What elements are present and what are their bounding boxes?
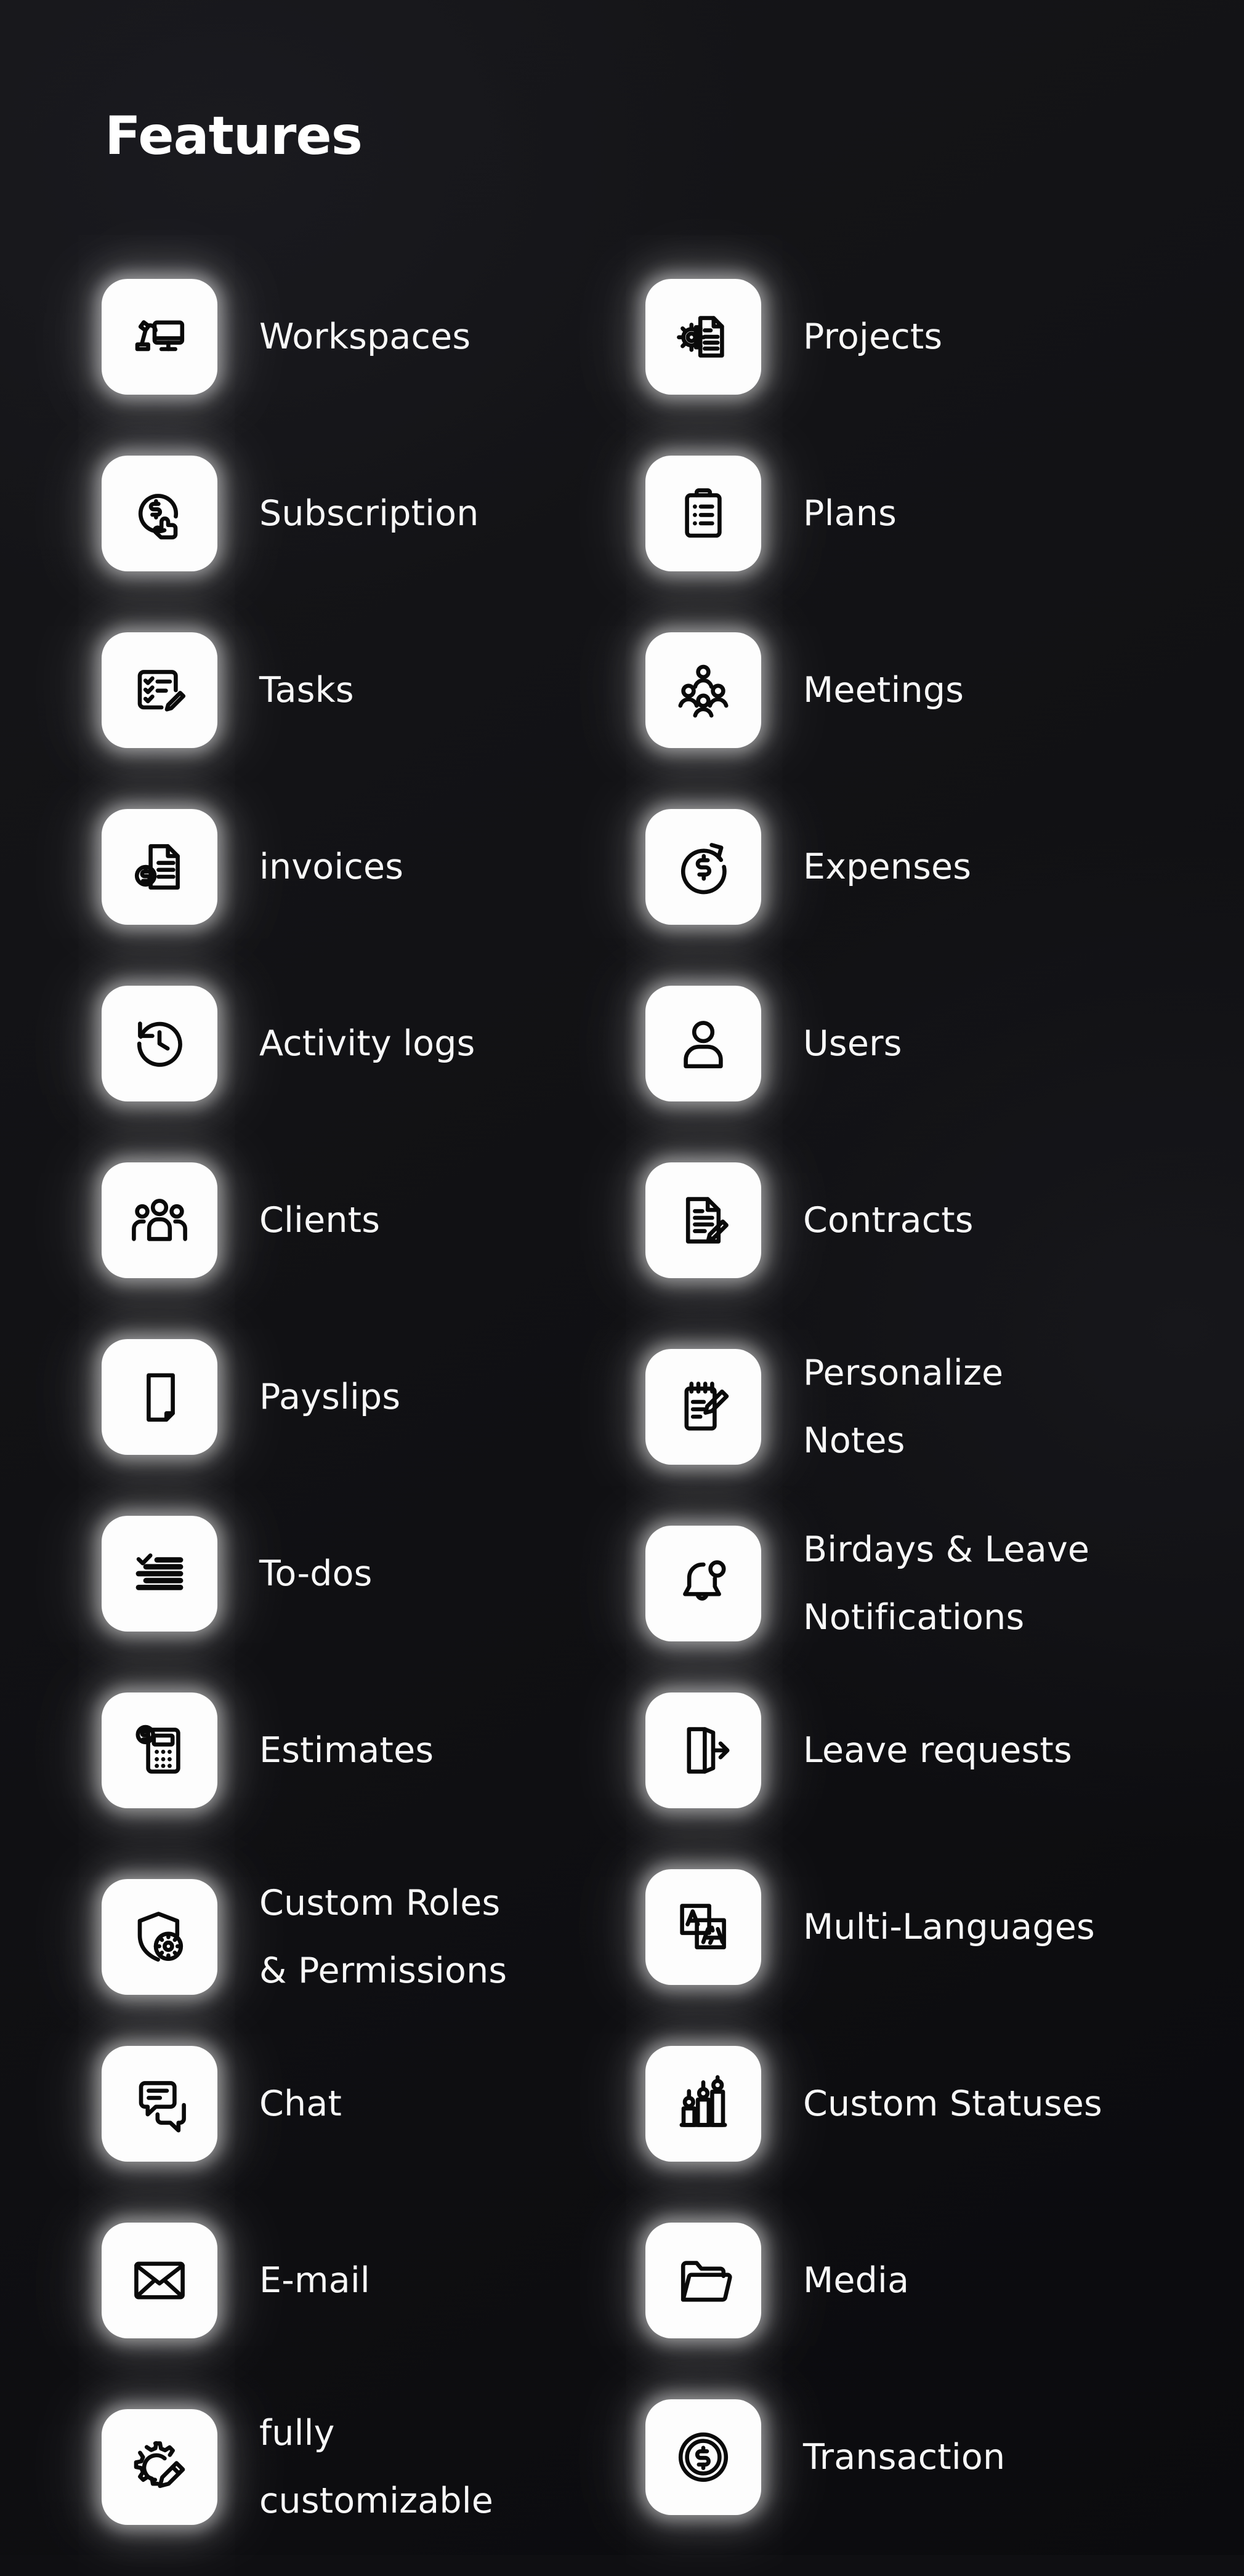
notepad-pencil-icon bbox=[645, 1349, 761, 1465]
dollar-circle-arrow-icon bbox=[645, 809, 761, 925]
feature-label: Clients bbox=[259, 1200, 381, 1241]
feature-item-tasks[interactable]: Tasks bbox=[102, 632, 637, 748]
feature-item-clients[interactable]: Clients bbox=[102, 1162, 637, 1278]
bar-chart-pins-icon bbox=[645, 2046, 761, 2162]
payslip-receipt-icon bbox=[102, 1339, 217, 1455]
document-signature-icon bbox=[645, 1162, 761, 1278]
feature-label: Activity logs bbox=[259, 1023, 475, 1064]
shield-settings-icon bbox=[102, 1879, 217, 1995]
feature-item-payslips[interactable]: Payslips bbox=[102, 1339, 637, 1455]
feature-item-multi-languages[interactable]: Multi-Languages bbox=[645, 1869, 1181, 1985]
feature-label: Subscription bbox=[259, 493, 479, 534]
feature-label: Leave requests bbox=[803, 1730, 1072, 1771]
feature-item-projects[interactable]: Projects bbox=[645, 279, 1181, 395]
feature-label: Media bbox=[803, 2260, 910, 2301]
checklist-pencil-icon bbox=[102, 632, 217, 748]
feature-item-email[interactable]: E-mail bbox=[102, 2223, 637, 2338]
feature-label: Meetings bbox=[803, 670, 964, 710]
feature-item-chat[interactable]: Chat bbox=[102, 2046, 637, 2162]
envelope-mail-icon bbox=[102, 2223, 217, 2338]
chat-bubbles-icon bbox=[102, 2046, 217, 2162]
feature-label: To-dos bbox=[259, 1553, 373, 1594]
clipboard-list-icon bbox=[645, 456, 761, 571]
feature-row: Activity logs Users bbox=[0, 986, 1244, 1162]
feature-row: Custom Roles & Permissions Multi-Languag… bbox=[0, 1869, 1244, 2046]
feature-label: Plans bbox=[803, 493, 897, 534]
features-grid: Workspaces Projects Subscription Plans T… bbox=[0, 279, 1244, 2576]
bell-notification-icon bbox=[645, 1526, 761, 1641]
feature-label: Workspaces bbox=[259, 316, 471, 357]
feature-row: Clients Contracts bbox=[0, 1162, 1244, 1339]
feature-item-estimates[interactable]: Estimates bbox=[102, 1693, 637, 1808]
feature-item-plans[interactable]: Plans bbox=[645, 456, 1181, 571]
feature-item-custom-statuses[interactable]: Custom Statuses bbox=[645, 2046, 1181, 2162]
feature-label: Tasks bbox=[259, 670, 354, 710]
feature-row: Chat Custom Statuses bbox=[0, 2046, 1244, 2223]
feature-label: Transaction bbox=[803, 2437, 1006, 2477]
feature-label: Expenses bbox=[803, 847, 972, 887]
feature-label: Chat bbox=[259, 2083, 342, 2124]
feature-item-to-dos[interactable]: To-dos bbox=[102, 1516, 637, 1632]
feature-row: fully customizable Transaction bbox=[0, 2399, 1244, 2576]
feature-label: Estimates bbox=[259, 1730, 434, 1771]
feature-label: Payslips bbox=[259, 1377, 401, 1417]
coin-dollar-circle-icon bbox=[645, 2399, 761, 2515]
feature-item-custom-roles-permissions[interactable]: Custom Roles & Permissions bbox=[102, 1869, 637, 2005]
feature-label: Projects bbox=[803, 316, 943, 357]
desk-monitor-lamp-icon bbox=[102, 279, 217, 395]
people-group-icon bbox=[645, 632, 761, 748]
feature-label: Custom Statuses bbox=[803, 2083, 1102, 2124]
feature-item-contracts[interactable]: Contracts bbox=[645, 1162, 1181, 1278]
feature-item-birdays-leave-notifications[interactable]: Birdays & Leave Notifications bbox=[645, 1516, 1181, 1651]
user-person-icon bbox=[645, 986, 761, 1101]
feature-row: E-mail Media bbox=[0, 2223, 1244, 2399]
feature-item-fully-customizable[interactable]: fully customizable bbox=[102, 2399, 637, 2535]
todo-lines-check-icon bbox=[102, 1516, 217, 1632]
feature-label: E-mail bbox=[259, 2260, 370, 2301]
feature-item-activity-logs[interactable]: Activity logs bbox=[102, 986, 637, 1101]
feature-item-transaction[interactable]: Transaction bbox=[645, 2399, 1181, 2515]
feature-item-workspaces[interactable]: Workspaces bbox=[102, 279, 637, 395]
feature-item-personalize-notes[interactable]: Personalize Notes bbox=[645, 1339, 1181, 1475]
feature-item-expenses[interactable]: Expenses bbox=[645, 809, 1181, 925]
feature-row: To-dos Birdays & Leave Notifications bbox=[0, 1516, 1244, 1693]
door-exit-arrow-icon bbox=[645, 1693, 761, 1808]
feature-label: Users bbox=[803, 1023, 902, 1064]
feature-label: Personalize Notes bbox=[803, 1353, 1004, 1461]
feature-label: Multi-Languages bbox=[803, 1907, 1095, 1947]
users-multiple-icon bbox=[102, 1162, 217, 1278]
feature-item-invoices[interactable]: invoices bbox=[102, 809, 637, 925]
feature-item-subscription[interactable]: Subscription bbox=[102, 456, 637, 571]
feature-row: Subscription Plans bbox=[0, 456, 1244, 632]
feature-row: Tasks Meetings bbox=[0, 632, 1244, 809]
feature-item-users[interactable]: Users bbox=[645, 986, 1181, 1101]
document-gear-icon bbox=[645, 279, 761, 395]
feature-label: invoices bbox=[259, 847, 404, 887]
feature-label: Contracts bbox=[803, 1200, 974, 1241]
translate-language-icon bbox=[645, 1869, 761, 1985]
feature-label: Birdays & Leave Notifications bbox=[803, 1529, 1090, 1638]
calculator-dollar-icon bbox=[102, 1693, 217, 1808]
dollar-click-hand-icon bbox=[102, 456, 217, 571]
feature-item-media[interactable]: Media bbox=[645, 2223, 1181, 2338]
page-title: Features bbox=[105, 105, 363, 167]
feature-item-leave-requests[interactable]: Leave requests bbox=[645, 1693, 1181, 1808]
feature-label: Custom Roles & Permissions bbox=[259, 1883, 507, 1991]
folder-open-icon bbox=[645, 2223, 761, 2338]
feature-row: Estimates Leave requests bbox=[0, 1693, 1244, 1869]
gear-pencil-icon bbox=[102, 2409, 217, 2525]
invoice-dollar-icon bbox=[102, 809, 217, 925]
feature-item-meetings[interactable]: Meetings bbox=[645, 632, 1181, 748]
feature-row: Payslips Personalize Notes bbox=[0, 1339, 1244, 1516]
feature-row: Workspaces Projects bbox=[0, 279, 1244, 456]
feature-row: invoices Expenses bbox=[0, 809, 1244, 986]
clock-history-icon bbox=[102, 986, 217, 1101]
feature-label: fully customizable bbox=[259, 2413, 494, 2521]
